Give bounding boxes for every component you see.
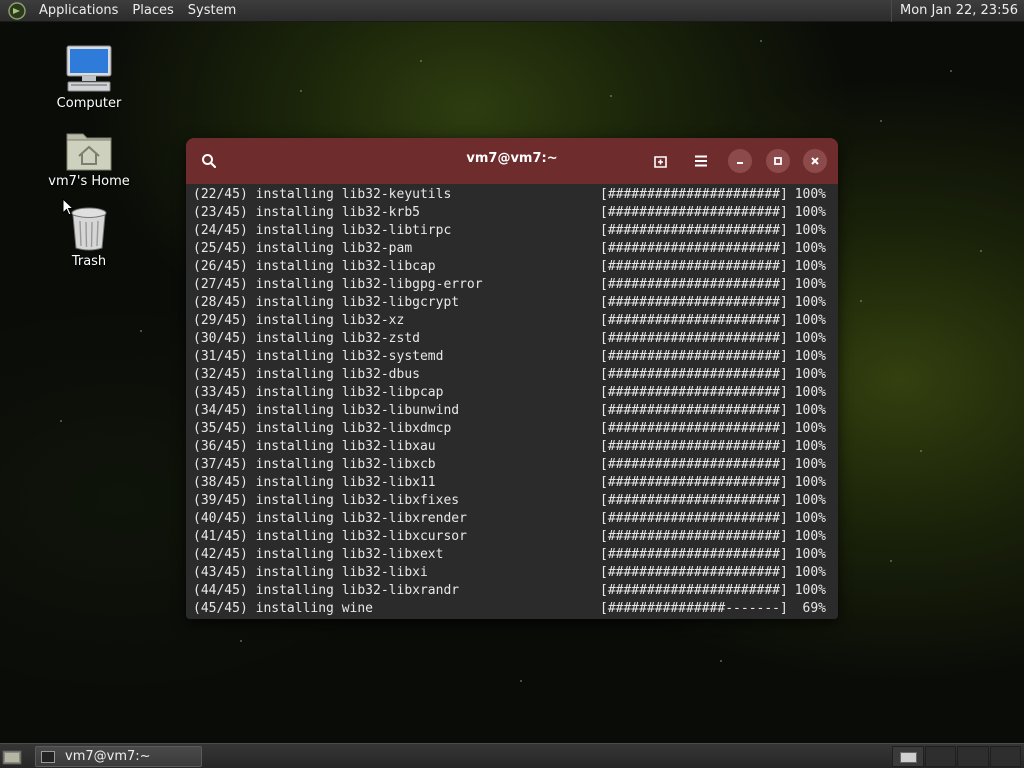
search-icon: [202, 154, 217, 169]
terminal-line: (44/45) installing lib32-libxrandr [#####…: [193, 583, 826, 598]
terminal-icon: [41, 750, 55, 763]
desktop-icon-label: vm7's Home: [48, 174, 130, 189]
mouse-pointer-icon: [62, 198, 74, 216]
terminal-line: (38/45) installing lib32-libx11 [########…: [193, 475, 826, 490]
maximize-icon: [774, 157, 782, 165]
workspace-2[interactable]: [924, 746, 956, 767]
terminal-line: (34/45) installing lib32-libunwind [#####…: [193, 403, 826, 418]
terminal-line: (29/45) installing lib32-xz [############…: [193, 313, 826, 328]
minimize-button[interactable]: [728, 149, 752, 173]
terminal-line: (26/45) installing lib32-libcap [########…: [193, 259, 826, 274]
desktop-icon-trash[interactable]: Trash: [44, 206, 134, 269]
terminal-line: (36/45) installing lib32-libxau [########…: [193, 439, 826, 454]
workspace-3[interactable]: [957, 746, 989, 767]
workspace-switcher[interactable]: [892, 746, 1022, 767]
computer-icon: [66, 45, 112, 92]
terminal-output[interactable]: (22/45) installing lib32-keyutils [######…: [186, 184, 838, 619]
menu-places[interactable]: Places: [125, 0, 180, 22]
distro-logo-icon[interactable]: [8, 1, 26, 20]
desktop-icon-label: Computer: [56, 96, 122, 111]
workspace-1[interactable]: [892, 746, 924, 767]
menu-system[interactable]: System: [181, 0, 243, 22]
terminal-line: (28/45) installing lib32-libgcrypt [#####…: [193, 295, 826, 310]
search-button[interactable]: [197, 149, 221, 173]
workspace-4[interactable]: [989, 746, 1021, 767]
terminal-line: (22/45) installing lib32-keyutils [######…: [193, 187, 826, 202]
workspace-window-preview: [900, 752, 917, 763]
new-tab-button[interactable]: [649, 149, 673, 173]
terminal-line: (23/45) installing lib32-krb5 [##########…: [193, 205, 826, 220]
terminal-window[interactable]: vm7@vm7:~ (22/45) installing lib32-keyut…: [186, 138, 838, 619]
terminal-line: (43/45) installing lib32-libxi [#########…: [193, 565, 826, 580]
menu-button[interactable]: [689, 149, 713, 173]
close-icon: [811, 157, 819, 165]
terminal-line: (40/45) installing lib32-libxrender [####…: [193, 511, 826, 526]
home-folder-icon: [66, 133, 112, 171]
terminal-line: (31/45) installing lib32-systemd [#######…: [193, 349, 826, 364]
terminal-line: (27/45) installing lib32-libgpg-error [##…: [193, 277, 826, 292]
hamburger-menu-icon: [695, 155, 707, 167]
terminal-line: (41/45) installing lib32-libxcursor [####…: [193, 529, 826, 544]
terminal-line: (32/45) installing lib32-dbus [##########…: [193, 367, 826, 382]
terminal-line: (33/45) installing lib32-libpcap [#######…: [193, 385, 826, 400]
desktop-icon-computer[interactable]: Computer: [44, 44, 134, 111]
terminal-titlebar[interactable]: vm7@vm7:~: [186, 138, 838, 184]
terminal-line: (42/45) installing lib32-libxext [#######…: [193, 547, 826, 562]
taskbar-button-terminal[interactable]: vm7@vm7:~: [35, 746, 202, 767]
terminal-line: (25/45) installing lib32-pam [###########…: [193, 241, 826, 256]
terminal-line: (39/45) installing lib32-libxfixes [#####…: [193, 493, 826, 508]
top-panel: Applications Places System Mon Jan 22, 2…: [0, 0, 1024, 22]
minimize-icon: [737, 162, 743, 164]
terminal-line: (37/45) installing lib32-libxcb [########…: [193, 457, 826, 472]
clock[interactable]: Mon Jan 22, 23:56: [891, 0, 1024, 22]
desktop-icon-home[interactable]: vm7's Home: [44, 126, 134, 189]
show-desktop-icon[interactable]: [2, 748, 22, 766]
taskbar-button-label: vm7@vm7:~: [65, 749, 151, 764]
maximize-button[interactable]: [766, 149, 790, 173]
bottom-panel: vm7@vm7:~: [0, 743, 1024, 768]
menu-applications[interactable]: Applications: [32, 0, 125, 22]
desktop-icon-label: Trash: [71, 254, 107, 269]
terminal-line: (24/45) installing lib32-libtirpc [######…: [193, 223, 826, 238]
terminal-line: (30/45) installing lib32-zstd [##########…: [193, 331, 826, 346]
close-button[interactable]: [803, 149, 827, 173]
new-tab-icon: [654, 156, 667, 168]
terminal-line: (35/45) installing lib32-libxdmcp [######…: [193, 421, 826, 436]
terminal-line: (45/45) installing wine [###############-…: [193, 601, 826, 616]
